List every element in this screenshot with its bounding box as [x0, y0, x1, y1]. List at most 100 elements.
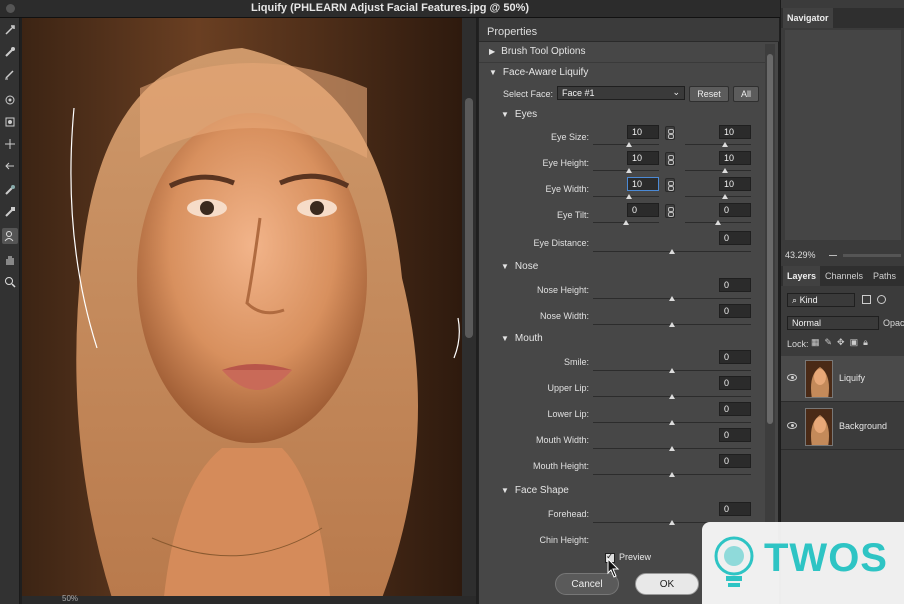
- eye-distance-handle[interactable]: [669, 249, 675, 254]
- zoom-out-icon[interactable]: [829, 255, 837, 256]
- eye-right-slider[interactable]: [685, 144, 751, 145]
- freeze-mask-tool-icon[interactable]: [2, 182, 18, 198]
- smooth-tool-icon[interactable]: [2, 66, 18, 82]
- eye-right-input[interactable]: 10: [719, 177, 751, 191]
- nose-row-handle[interactable]: [669, 296, 675, 301]
- eye-right-handle[interactable]: [722, 168, 728, 173]
- link-values-icon[interactable]: [665, 126, 675, 140]
- tab-channels[interactable]: Channels: [821, 266, 867, 286]
- canvas-scrollbar[interactable]: [462, 18, 476, 598]
- all-button[interactable]: All: [733, 86, 759, 102]
- mouth-row-label: Upper Lip:: [547, 383, 589, 393]
- link-values-icon[interactable]: [665, 204, 675, 218]
- expanded-triangle-icon: ▼: [501, 262, 509, 271]
- nose-section[interactable]: ▼ Nose: [501, 261, 538, 272]
- eye-left-input[interactable]: 0: [627, 203, 659, 217]
- mouth-row-handle[interactable]: [669, 394, 675, 399]
- expanded-triangle-icon: ▼: [501, 486, 509, 495]
- pixel-filter-icon[interactable]: [862, 295, 871, 304]
- eye-left-input[interactable]: 10: [627, 125, 659, 139]
- forward-warp-tool-icon[interactable]: [2, 22, 18, 38]
- mouth-row-handle[interactable]: [669, 446, 675, 451]
- nose-row-label: Nose Height:: [536, 285, 589, 295]
- eyes-heading: Eyes: [514, 109, 538, 120]
- layer-row[interactable]: Background: [781, 404, 904, 450]
- portrait-photo: [22, 18, 462, 598]
- nose-row-input[interactable]: 0: [719, 278, 751, 292]
- layer-filter-dropdown[interactable]: ⌕ Kind: [787, 293, 855, 307]
- blend-mode-value: Normal: [792, 318, 822, 328]
- eye-row-label: Eye Width:: [545, 184, 589, 194]
- eye-visibility-icon[interactable]: [787, 374, 797, 381]
- face-aware-liquify-label: Face-Aware Liquify: [502, 67, 589, 78]
- eye-left-handle[interactable]: [626, 142, 632, 147]
- opacity-label: Opac: [883, 318, 904, 328]
- face-shape-row-input[interactable]: 0: [719, 502, 751, 516]
- mouth-row-input[interactable]: 0: [719, 350, 751, 364]
- push-left-tool-icon[interactable]: [2, 158, 18, 174]
- mouth-row-input[interactable]: 0: [719, 402, 751, 416]
- thaw-mask-tool-icon[interactable]: [2, 204, 18, 220]
- layer-name: Background: [839, 421, 888, 431]
- filter-icons[interactable]: T: [861, 293, 901, 326]
- hand-tool-icon[interactable]: [2, 252, 18, 268]
- eye-left-input[interactable]: 10: [627, 151, 659, 165]
- eye-left-handle[interactable]: [623, 220, 629, 225]
- mouth-section[interactable]: ▼ Mouth: [501, 333, 543, 344]
- canvas-scroll-thumb[interactable]: [465, 98, 473, 338]
- eye-right-handle[interactable]: [715, 220, 721, 225]
- brush-tool-options-section[interactable]: ▶ Brush Tool Options: [489, 46, 585, 57]
- select-face-dropdown[interactable]: Face #1 ⌄: [557, 86, 685, 100]
- eye-visibility-icon[interactable]: [787, 422, 797, 429]
- properties-scrollbar[interactable]: [765, 44, 775, 544]
- eye-right-handle[interactable]: [722, 194, 728, 199]
- layer-row[interactable]: Liquify: [781, 356, 904, 402]
- lock-label: Lock:: [787, 339, 809, 349]
- eye-left-handle[interactable]: [626, 168, 632, 173]
- nose-row-input[interactable]: 0: [719, 304, 751, 318]
- mouth-row-handle[interactable]: [669, 368, 675, 373]
- tab-navigator[interactable]: Navigator: [783, 8, 833, 28]
- eye-right-input[interactable]: 0: [719, 203, 751, 217]
- eye-right-handle[interactable]: [722, 142, 728, 147]
- lock-icons[interactable]: ▦✎✥▣🔒︎: [811, 337, 901, 349]
- eye-right-input[interactable]: 10: [719, 125, 751, 139]
- layer-thumbnail: [805, 408, 833, 446]
- mouth-row-handle[interactable]: [669, 420, 675, 425]
- mouth-row-input[interactable]: 0: [719, 376, 751, 390]
- reset-button[interactable]: Reset: [689, 86, 729, 102]
- mouth-row-input[interactable]: 0: [719, 454, 751, 468]
- face-shape-row-handle[interactable]: [669, 520, 675, 525]
- eye-right-slider[interactable]: [685, 196, 751, 197]
- eye-right-slider[interactable]: [685, 170, 751, 171]
- properties-scroll-thumb[interactable]: [767, 54, 773, 424]
- pucker-tool-icon[interactable]: [2, 114, 18, 130]
- nose-row-handle[interactable]: [669, 322, 675, 327]
- eye-left-input[interactable]: 10: [627, 177, 659, 191]
- navigator-preview[interactable]: [785, 30, 901, 240]
- navigator-zoom-slider[interactable]: [843, 254, 901, 257]
- zoom-tool-icon[interactable]: [2, 274, 18, 290]
- image-canvas[interactable]: [22, 18, 462, 598]
- face-tool-icon[interactable]: [2, 228, 18, 244]
- mouth-row-handle[interactable]: [669, 472, 675, 477]
- ok-button[interactable]: OK: [635, 573, 699, 595]
- link-values-icon[interactable]: [665, 152, 675, 166]
- blend-mode-dropdown[interactable]: Normal: [787, 316, 879, 330]
- layer-filter-value: Kind: [799, 295, 818, 305]
- twirl-tool-icon[interactable]: [2, 92, 18, 108]
- link-values-icon[interactable]: [665, 178, 675, 192]
- adjustment-filter-icon[interactable]: [877, 295, 887, 304]
- face-shape-section[interactable]: ▼ Face Shape: [501, 485, 569, 496]
- mouth-row-input[interactable]: 0: [719, 428, 751, 442]
- eyes-section[interactable]: ▼ Eyes: [501, 109, 537, 120]
- eye-right-input[interactable]: 10: [719, 151, 751, 165]
- eye-left-handle[interactable]: [626, 194, 632, 199]
- eye-distance-input[interactable]: 0: [719, 231, 751, 245]
- face-aware-liquify-section[interactable]: ▼ Face-Aware Liquify: [489, 67, 588, 78]
- tab-paths[interactable]: Paths: [869, 266, 900, 286]
- reconstruct-tool-icon[interactable]: [2, 44, 18, 60]
- tab-layers[interactable]: Layers: [783, 266, 821, 286]
- twos-logo: TWOS: [702, 522, 904, 604]
- bloat-tool-icon[interactable]: [2, 136, 18, 152]
